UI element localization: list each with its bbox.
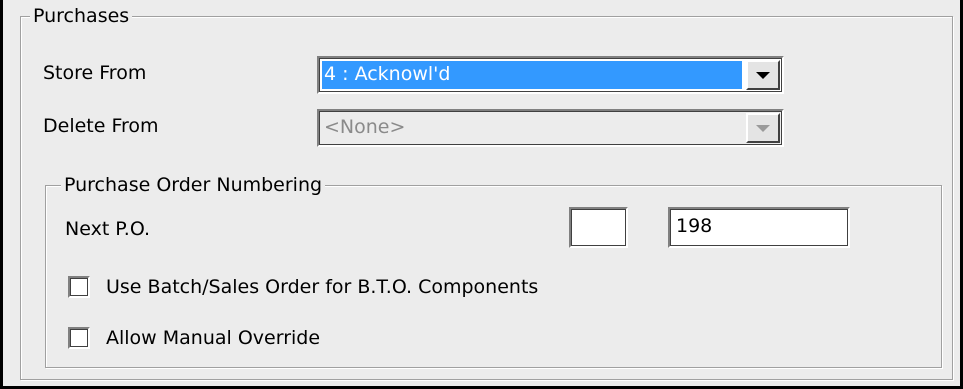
allow-override-label: Allow Manual Override xyxy=(106,327,321,349)
store-from-value: 4 : Acknowl'd xyxy=(322,61,742,89)
store-from-dropdown-button[interactable] xyxy=(746,60,780,90)
delete-from-label: Delete From xyxy=(43,115,159,137)
allow-override-checkbox[interactable] xyxy=(68,327,90,349)
use-batch-option[interactable]: Use Batch/Sales Order for B.T.O. Compone… xyxy=(68,276,538,298)
chevron-down-icon xyxy=(756,71,770,79)
po-prefix-field[interactable] xyxy=(569,207,628,248)
store-from-dropdown[interactable]: 4 : Acknowl'd xyxy=(317,56,784,94)
next-po-number-field[interactable]: 198 xyxy=(668,207,850,248)
delete-from-value: <None> xyxy=(324,116,406,138)
use-batch-label: Use Batch/Sales Order for B.T.O. Compone… xyxy=(106,276,539,298)
delete-from-dropdown-button xyxy=(746,113,780,143)
allow-override-option[interactable]: Allow Manual Override xyxy=(68,327,320,349)
next-po-label: Next P.O. xyxy=(65,218,151,240)
use-batch-checkbox[interactable] xyxy=(68,276,90,298)
po-numbering-group-title: Purchase Order Numbering xyxy=(61,174,326,196)
delete-from-dropdown: <None> xyxy=(317,109,784,147)
store-from-label: Store From xyxy=(43,62,147,84)
purchases-group-title: Purchases xyxy=(30,5,133,27)
chevron-down-icon xyxy=(756,124,770,132)
purchases-panel: Purchases Store From 4 : Acknowl'd Delet… xyxy=(0,0,963,389)
